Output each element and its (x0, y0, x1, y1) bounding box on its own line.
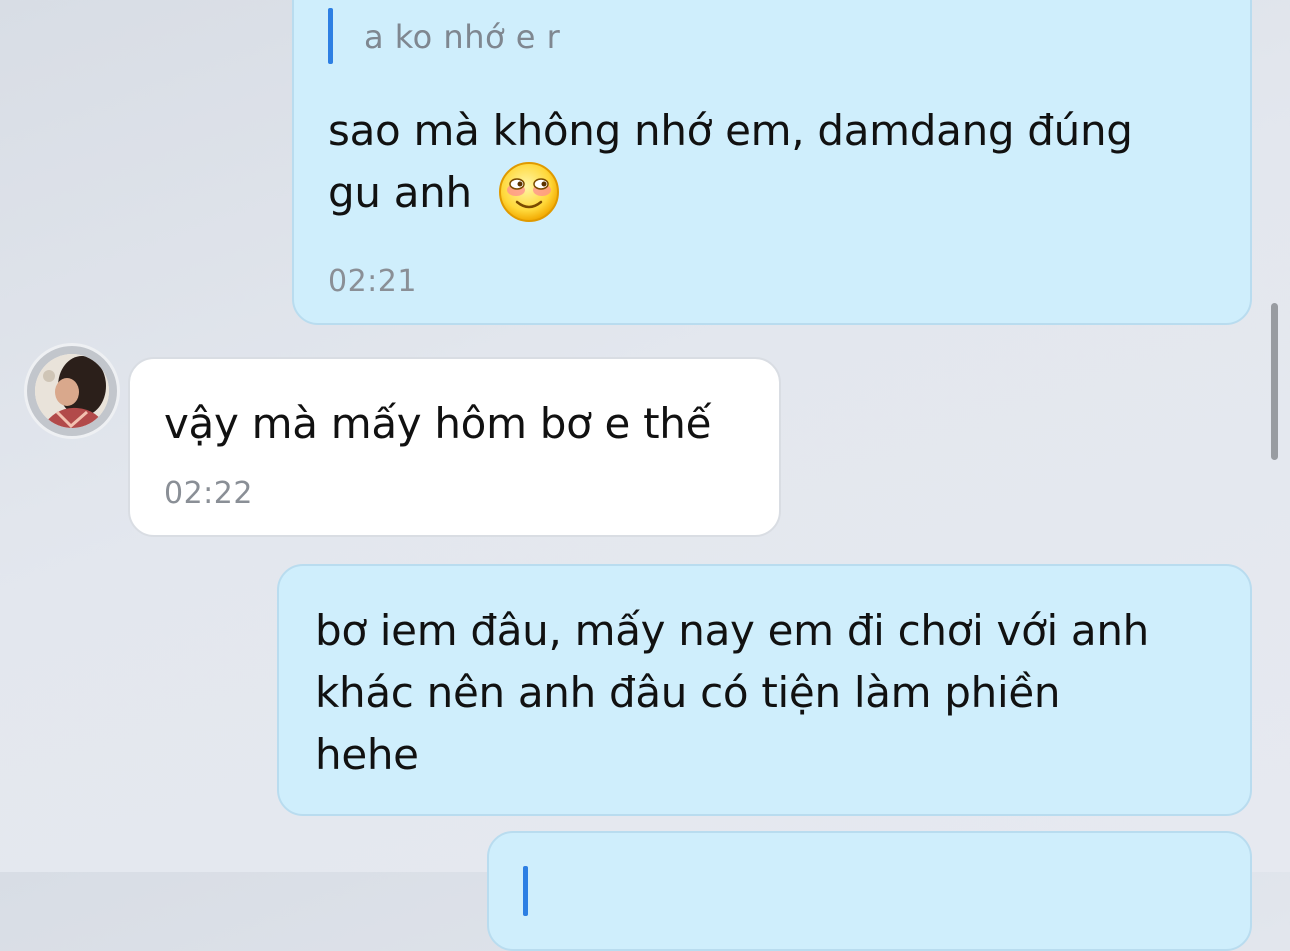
message-bubble-outgoing[interactable]: bơ iem đâu, mấy nay em đi chơi với anh k… (277, 564, 1252, 816)
message-text: bơ iem đâu, mấy nay em đi chơi với anh k… (315, 606, 1149, 779)
reply-quote-bar (523, 866, 528, 916)
contact-avatar[interactable] (24, 343, 120, 439)
scrollbar[interactable] (1271, 303, 1278, 460)
smiling-blushing-face-icon (499, 162, 559, 222)
reply-quote-text: a ko nhớ e r (364, 18, 561, 56)
message-text: sao mà không nhớ em, damdang đúng gu anh (328, 106, 1133, 217)
message-bubble-incoming[interactable]: vậy mà mấy hôm bơ e thế 02:22 (128, 357, 781, 537)
message-bubble-outgoing[interactable]: a ko nhớ e r sao mà không nhớ em, damdan… (292, 0, 1252, 325)
message-timestamp: 02:22 (164, 476, 253, 511)
message-bubble-outgoing[interactable] (487, 831, 1252, 951)
reply-quote-bar (328, 8, 333, 64)
message-timestamp: 02:21 (328, 264, 417, 299)
avatar-photo (35, 354, 109, 428)
message-text: vậy mà mấy hôm bơ e thế (164, 399, 712, 448)
